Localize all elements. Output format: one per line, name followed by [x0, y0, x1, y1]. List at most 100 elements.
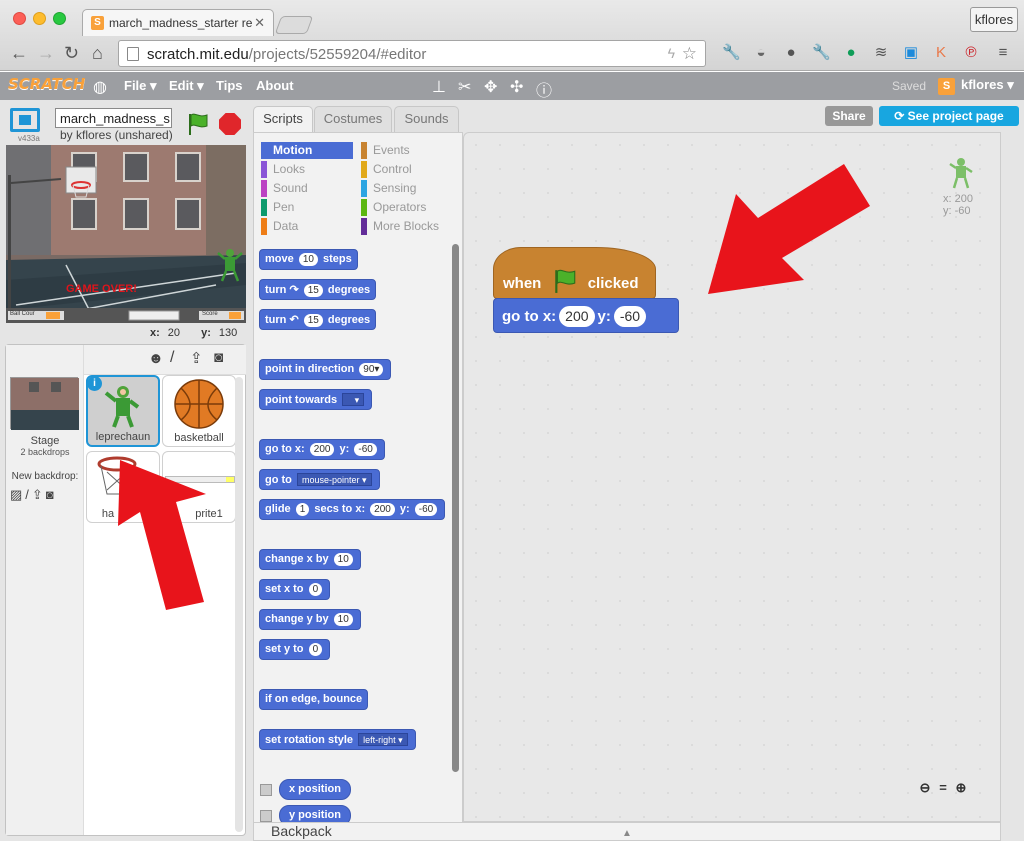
bookmark-star-icon[interactable]: ☆ — [682, 44, 697, 64]
change-x-block[interactable]: change x by 10 — [259, 549, 361, 570]
set-y-block[interactable]: set y to 0 — [259, 639, 331, 660]
sprite-tile-basketball[interactable]: basketball — [162, 375, 236, 447]
share-button[interactable]: Share — [825, 106, 873, 126]
set-x-block[interactable]: set x to 0 — [259, 579, 331, 600]
new-tab-button[interactable] — [274, 16, 314, 34]
paint-sprite-icon[interactable]: / — [170, 349, 174, 367]
maximize-window-button[interactable] — [53, 12, 66, 25]
turn-right-block[interactable]: turn ↷ 15 degrees — [259, 279, 377, 300]
file-menu[interactable]: File ▾ — [124, 78, 157, 94]
bounce-block[interactable]: if on edge, bounce — [259, 689, 369, 710]
home-icon[interactable]: ⌂ — [92, 44, 103, 62]
x-value-input[interactable]: 200 — [559, 306, 595, 327]
close-tab-icon[interactable]: ✕ — [254, 15, 265, 31]
browser-tab[interactable]: S march_madness_starter re ✕ — [82, 9, 274, 36]
reload-icon[interactable]: ↻ — [64, 44, 79, 62]
user-menu[interactable]: Skflores ▾ — [938, 77, 1014, 95]
y-position-reporter[interactable]: y position — [279, 805, 351, 822]
scratch-logo[interactable]: SCRATCH — [8, 75, 85, 93]
tab-costumes[interactable]: Costumes — [314, 106, 392, 132]
turn-left-block[interactable]: turn ↶ 15 degrees — [259, 309, 377, 330]
back-arrow-icon[interactable]: ← — [10, 44, 28, 62]
close-window-button[interactable] — [13, 12, 26, 25]
category-pen[interactable]: Pen — [261, 199, 294, 216]
see-project-page-button[interactable]: ⟳ See project page — [879, 106, 1019, 126]
expand-triangle-icon[interactable]: ▲ — [622, 825, 632, 842]
go-to-xy-script-block[interactable]: go to x: 200 y: -60 — [493, 298, 679, 333]
camera-sprite-icon[interactable]: ◙ — [214, 349, 223, 366]
y-value-input[interactable]: -60 — [613, 306, 647, 327]
stop-button[interactable] — [219, 113, 241, 135]
minimize-window-button[interactable] — [33, 12, 46, 25]
x-position-checkbox[interactable] — [260, 784, 272, 796]
upload-sprite-icon[interactable]: ⇪ — [190, 349, 203, 367]
green-flag-button[interactable] — [186, 112, 210, 136]
project-name-input[interactable]: march_madness_s — [55, 108, 172, 128]
change-y-block[interactable]: change y by 10 — [259, 609, 361, 630]
category-control[interactable]: Control — [361, 161, 412, 178]
backpack-bar[interactable]: Backpack ▲ — [253, 822, 1001, 841]
edit-menu[interactable]: Edit ▾ — [169, 78, 204, 94]
info-icon[interactable]: i — [87, 376, 102, 391]
sprite-y: y: -60 — [943, 205, 971, 217]
lightning-icon[interactable]: ϟ — [668, 45, 675, 61]
camera-icon[interactable]: ◙ — [46, 487, 57, 502]
go-to-target-block[interactable]: go to mouse-pointer ▾ — [259, 469, 380, 490]
duplicate-stamp-icon[interactable]: ⊥ — [432, 77, 446, 97]
pocket-icon[interactable]: ◒ — [752, 44, 770, 62]
sprite-tile-leprechaun[interactable]: i leprechaun — [86, 375, 160, 447]
fullscreen-button[interactable] — [10, 108, 40, 132]
menu-icon[interactable]: ≡ — [994, 44, 1012, 62]
backdrop-library-icon[interactable]: ▨ — [10, 487, 25, 502]
hangouts-icon[interactable]: ● — [842, 44, 860, 62]
category-motion[interactable]: Motion — [261, 142, 353, 159]
sprite-library-icon[interactable]: ☻ — [148, 350, 164, 367]
move-steps-block[interactable]: move 10 steps — [259, 249, 358, 270]
category-sensing[interactable]: Sensing — [361, 180, 416, 197]
wrench-2-icon[interactable]: 🔧 — [812, 44, 831, 62]
when-flag-clicked-block[interactable]: when clicked — [493, 247, 656, 299]
paint-brush-icon[interactable]: / — [25, 487, 32, 502]
upload-icon[interactable]: ⇪ — [32, 487, 46, 502]
tab-sounds[interactable]: Sounds — [394, 106, 459, 132]
language-globe-icon[interactable]: ◍ — [93, 77, 107, 97]
tab-title: march_madness_starter re — [109, 16, 253, 30]
about-menu[interactable]: About — [256, 78, 294, 93]
category-more-blocks[interactable]: More Blocks — [361, 218, 439, 235]
delete-scissors-icon[interactable]: ✂ — [458, 77, 471, 97]
y-position-checkbox[interactable] — [260, 810, 272, 822]
zoom-reset-icon[interactable]: = — [934, 780, 952, 795]
sprite-pane-scrollbar[interactable] — [235, 377, 243, 832]
glide-block[interactable]: glide 1 secs to x: 200 y: -60 — [259, 499, 446, 520]
forward-arrow-icon[interactable]: → — [37, 44, 55, 62]
category-operators[interactable]: Operators — [361, 199, 426, 216]
category-sound[interactable]: Sound — [261, 180, 308, 197]
profile-button[interactable]: kflores — [970, 7, 1018, 32]
help-icon[interactable]: ⓘ — [536, 77, 552, 101]
pinterest-icon[interactable]: ℗ — [962, 44, 980, 62]
tips-menu[interactable]: Tips — [216, 78, 243, 93]
category-data[interactable]: Data — [261, 218, 298, 235]
grow-icon[interactable]: ✥ — [484, 77, 497, 97]
zoom-out-icon[interactable]: ⊖ — [916, 780, 934, 796]
category-looks[interactable]: Looks — [261, 161, 305, 178]
zoom-in-icon[interactable]: ⊕ — [952, 780, 970, 796]
stage-canvas[interactable]: GAME OVER! Ball Cour Score — [6, 145, 246, 323]
mask-icon[interactable]: ● — [782, 44, 800, 62]
window-icon[interactable]: ▣ — [902, 44, 920, 62]
wrench-icon[interactable]: 🔧 — [722, 44, 741, 62]
stage-thumbnail[interactable] — [10, 377, 79, 430]
k-extension-icon[interactable]: K — [932, 44, 950, 62]
palette-scrollbar[interactable] — [452, 244, 459, 772]
shrink-icon[interactable]: ✣ — [510, 77, 523, 97]
page-icon — [127, 47, 139, 61]
layers-icon[interactable]: ≋ — [872, 44, 890, 62]
x-position-reporter[interactable]: x position — [279, 779, 351, 800]
address-bar[interactable]: scratch.mit.edu/projects/52559204/#edito… — [118, 40, 706, 67]
category-events[interactable]: Events — [361, 142, 410, 159]
point-direction-block[interactable]: point in direction 90▾ — [259, 359, 392, 380]
rotation-style-block[interactable]: set rotation style left-right ▾ — [259, 729, 416, 750]
tab-scripts[interactable]: Scripts — [253, 106, 313, 132]
point-towards-block[interactable]: point towards ▾ — [259, 389, 373, 410]
go-to-xy-block[interactable]: go to x: 200 y: -60 — [259, 439, 385, 460]
